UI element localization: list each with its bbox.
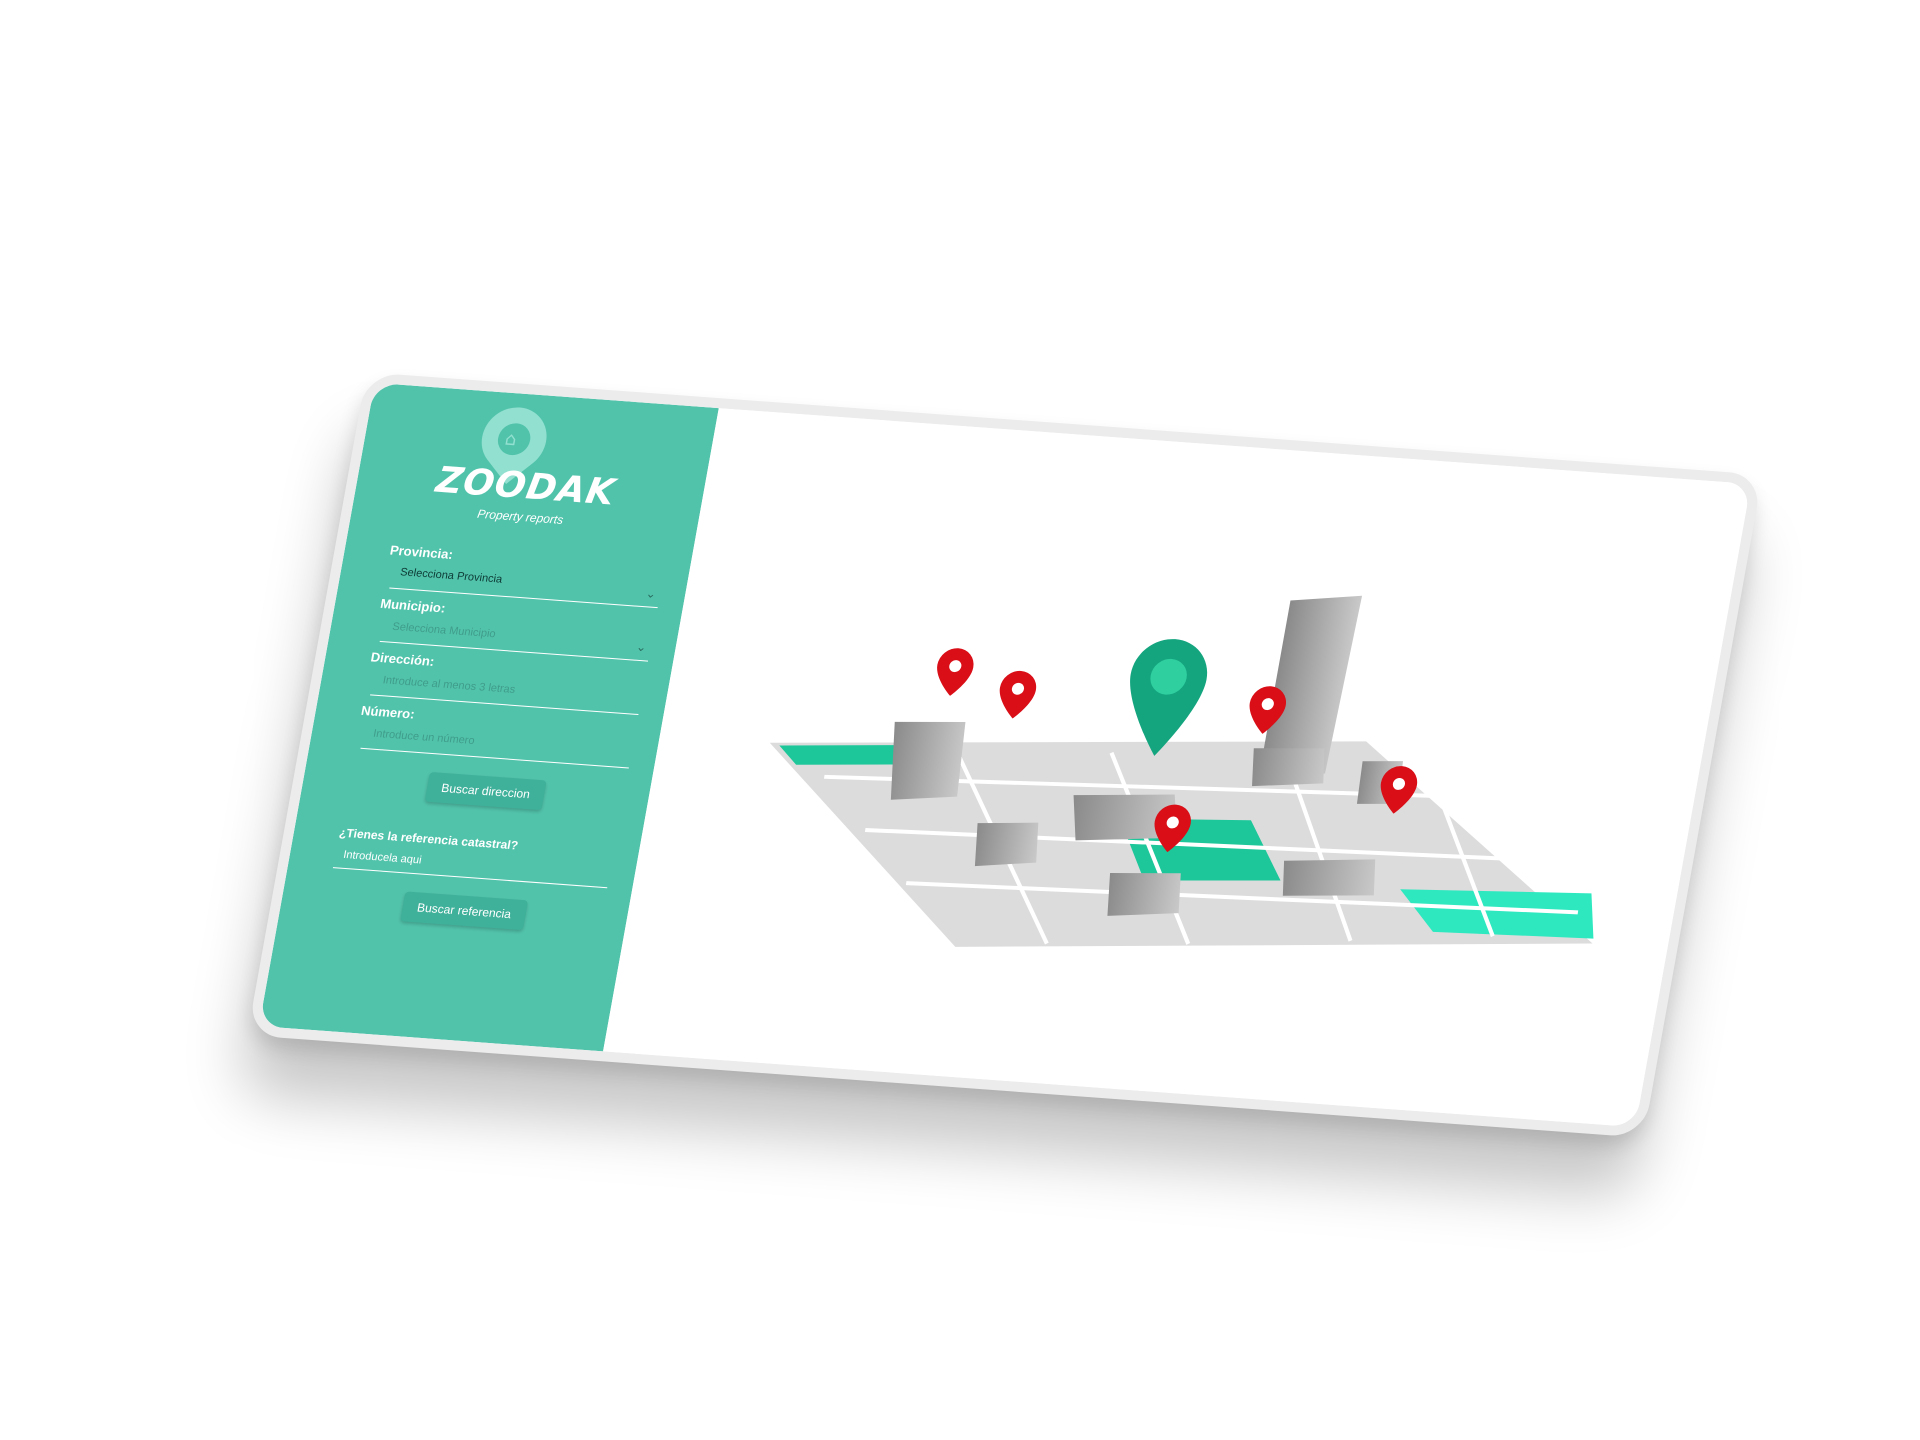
search-form: Provincia: Selecciona Provincia ⌄ Munici… (324, 535, 667, 936)
chevron-down-icon: ⌄ (644, 586, 658, 601)
buscar-direccion-button[interactable]: Buscar direccion (424, 771, 547, 811)
buscar-referencia-button[interactable]: Buscar referencia (400, 891, 528, 931)
house-pin-icon (1130, 639, 1208, 756)
city-map-graphic (769, 595, 1594, 947)
app-window: ⌂ ZOODAK Property reports Provincia: Sel… (247, 372, 1763, 1138)
screen: ⌂ ZOODAK Property reports Provincia: Sel… (0, 0, 1920, 1440)
map-illustration (603, 408, 1752, 1128)
brand-logo: ⌂ ZOODAK Property reports (425, 394, 639, 554)
chevron-down-icon: ⌄ (635, 639, 648, 655)
